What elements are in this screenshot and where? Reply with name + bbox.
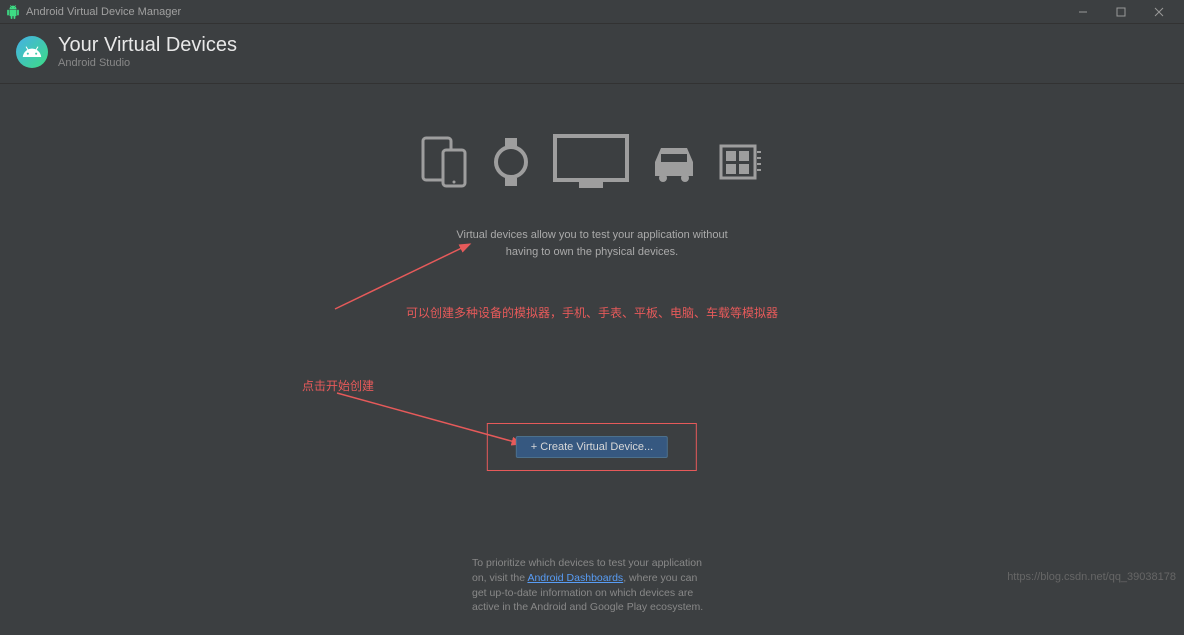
close-button[interactable] [1140, 0, 1178, 24]
watermark: https://blog.csdn.net/qq_39038178 [1007, 571, 1176, 583]
maximize-icon [1116, 7, 1126, 17]
create-button-highlight: + Create Virtual Device... [487, 423, 697, 471]
description-text: Virtual devices allow you to test your a… [0, 227, 1184, 260]
header: Your Virtual Devices Android Studio [0, 24, 1184, 84]
app-icon [16, 36, 48, 68]
iot-icon [719, 142, 763, 187]
page-subtitle: Android Studio [58, 57, 237, 69]
window-controls [1064, 0, 1178, 24]
car-icon [651, 140, 697, 189]
device-type-icons [0, 134, 1184, 195]
minimize-button[interactable] [1064, 0, 1102, 24]
close-icon [1154, 7, 1164, 17]
description-line1: Virtual devices allow you to test your a… [456, 229, 727, 241]
annotation-devices: 可以创建多种设备的模拟器，手机、手表、平板、电脑、车载等模拟器 [406, 304, 778, 321]
header-text: Your Virtual Devices Android Studio [58, 34, 237, 69]
titlebar: Android Virtual Device Manager [0, 0, 1184, 24]
description-line2: having to own the physical devices. [506, 246, 678, 258]
android-icon [6, 5, 20, 19]
maximize-button[interactable] [1102, 0, 1140, 24]
watch-icon [491, 136, 531, 193]
main-content: 可以创建多种设备的模拟器，手机、手表、平板、电脑、车载等模拟器 Virtual … [0, 134, 1184, 635]
page-title: Your Virtual Devices [58, 34, 237, 57]
phone-tablet-icon [421, 136, 469, 193]
minimize-icon [1078, 7, 1088, 17]
android-dashboards-link[interactable]: Android Dashboards [527, 572, 623, 584]
annotation-click: 点击开始创建 [302, 377, 374, 394]
window-title: Android Virtual Device Manager [26, 6, 1064, 18]
create-virtual-device-button[interactable]: + Create Virtual Device... [516, 436, 668, 458]
footer-info: To prioritize which devices to test your… [472, 556, 712, 615]
tv-icon [553, 134, 629, 195]
